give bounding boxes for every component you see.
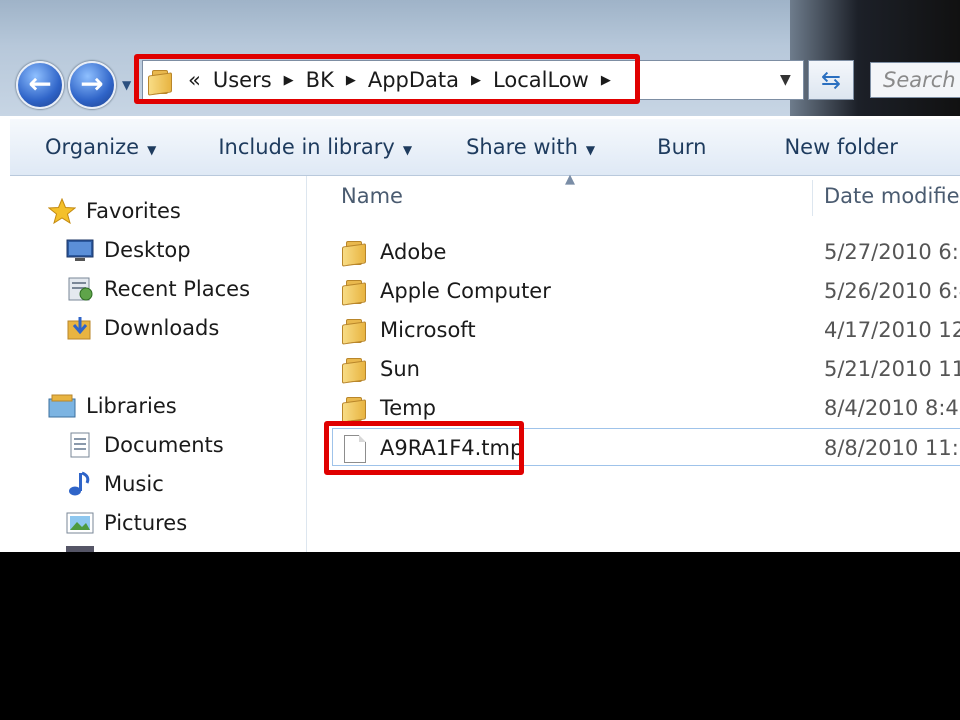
back-arrow-icon: ←	[28, 67, 52, 100]
explorer-window: ← → ▼ « Users ▶ BK ▶ AppData ▶ LocalLow …	[0, 0, 960, 552]
folder-icon	[342, 356, 366, 384]
pictures-icon	[66, 510, 94, 536]
burn-button[interactable]: Burn	[657, 135, 706, 159]
nav-libraries[interactable]: Libraries	[48, 391, 177, 421]
file-highlight-box	[324, 421, 524, 475]
refresh-icon: ⇆	[820, 66, 842, 94]
file-date: 5/27/2010 6:5	[824, 240, 960, 264]
nav-documents-label: Documents	[104, 433, 224, 457]
file-name: Apple Computer	[380, 279, 551, 303]
forward-arrow-icon: →	[80, 67, 104, 100]
nav-desktop[interactable]: Desktop	[66, 235, 191, 265]
file-name: Temp	[380, 396, 436, 420]
include-in-library-label: Include in library	[218, 135, 395, 159]
nav-videos-icon-partial	[66, 546, 94, 552]
search-input[interactable]: Search	[870, 62, 960, 98]
nav-documents[interactable]: Documents	[66, 430, 224, 460]
desktop-icon	[66, 237, 94, 263]
file-date: 4/17/2010 12:	[824, 318, 960, 342]
command-bar: Organize ▼ Include in library ▼ Share with…	[10, 118, 960, 176]
downloads-icon	[66, 315, 94, 341]
nav-downloads-label: Downloads	[104, 316, 220, 340]
share-with-button[interactable]: Share with ▼	[466, 135, 595, 159]
nav-downloads[interactable]: Downloads	[66, 313, 219, 343]
column-header-name[interactable]: Name	[341, 184, 403, 208]
libraries-icon	[48, 393, 76, 419]
file-date: 8/4/2010 8:48	[824, 396, 960, 420]
documents-icon	[66, 432, 94, 458]
new-folder-button[interactable]: New folder	[784, 135, 897, 159]
folder-icon	[342, 278, 366, 306]
music-icon	[66, 471, 94, 497]
recent-pages-dropdown-icon[interactable]: ▼	[122, 78, 131, 92]
nav-favorites[interactable]: Favorites	[48, 196, 181, 226]
nav-recent-places-label: Recent Places	[104, 277, 251, 301]
chevron-down-icon: ▼	[585, 143, 596, 157]
star-icon	[48, 198, 76, 224]
address-highlight-box	[134, 54, 640, 104]
file-name: Microsoft	[380, 318, 476, 342]
organize-button[interactable]: Organize ▼	[45, 135, 156, 159]
chevron-down-icon: ▼	[402, 143, 413, 157]
nav-pictures[interactable]: Pictures	[66, 508, 187, 538]
column-divider[interactable]	[812, 180, 813, 216]
refresh-button[interactable]: ⇆	[808, 60, 854, 100]
nav-recent-places[interactable]: Recent Places	[66, 274, 250, 304]
chevron-down-icon: ▼	[147, 143, 157, 157]
file-date: 8/8/2010 11:3	[824, 436, 960, 460]
file-name: Adobe	[380, 240, 447, 264]
organize-label: Organize	[45, 135, 140, 159]
nav-music-label: Music	[104, 472, 164, 496]
nav-music[interactable]: Music	[66, 469, 164, 499]
forward-button[interactable]: →	[68, 61, 116, 109]
folder-icon	[342, 239, 366, 267]
back-button[interactable]: ←	[16, 61, 64, 109]
sort-ascending-icon: ▲	[565, 172, 575, 187]
include-in-library-button[interactable]: Include in library ▼	[218, 135, 412, 159]
file-date: 5/26/2010 6:4	[824, 279, 960, 303]
file-date: 5/21/2010 11:	[824, 357, 960, 381]
folder-icon	[342, 395, 366, 423]
nav-desktop-label: Desktop	[104, 238, 191, 262]
column-header-date-modified[interactable]: Date modified	[824, 184, 960, 208]
nav-libraries-label: Libraries	[86, 394, 177, 418]
folder-icon	[342, 317, 366, 345]
recent-places-icon	[66, 276, 94, 302]
nav-pictures-label: Pictures	[104, 511, 188, 535]
nav-favorites-label: Favorites	[86, 199, 181, 223]
file-name: Sun	[380, 357, 420, 381]
share-with-label: Share with	[466, 135, 578, 159]
address-history-dropdown-icon[interactable]: ▼	[780, 72, 791, 88]
